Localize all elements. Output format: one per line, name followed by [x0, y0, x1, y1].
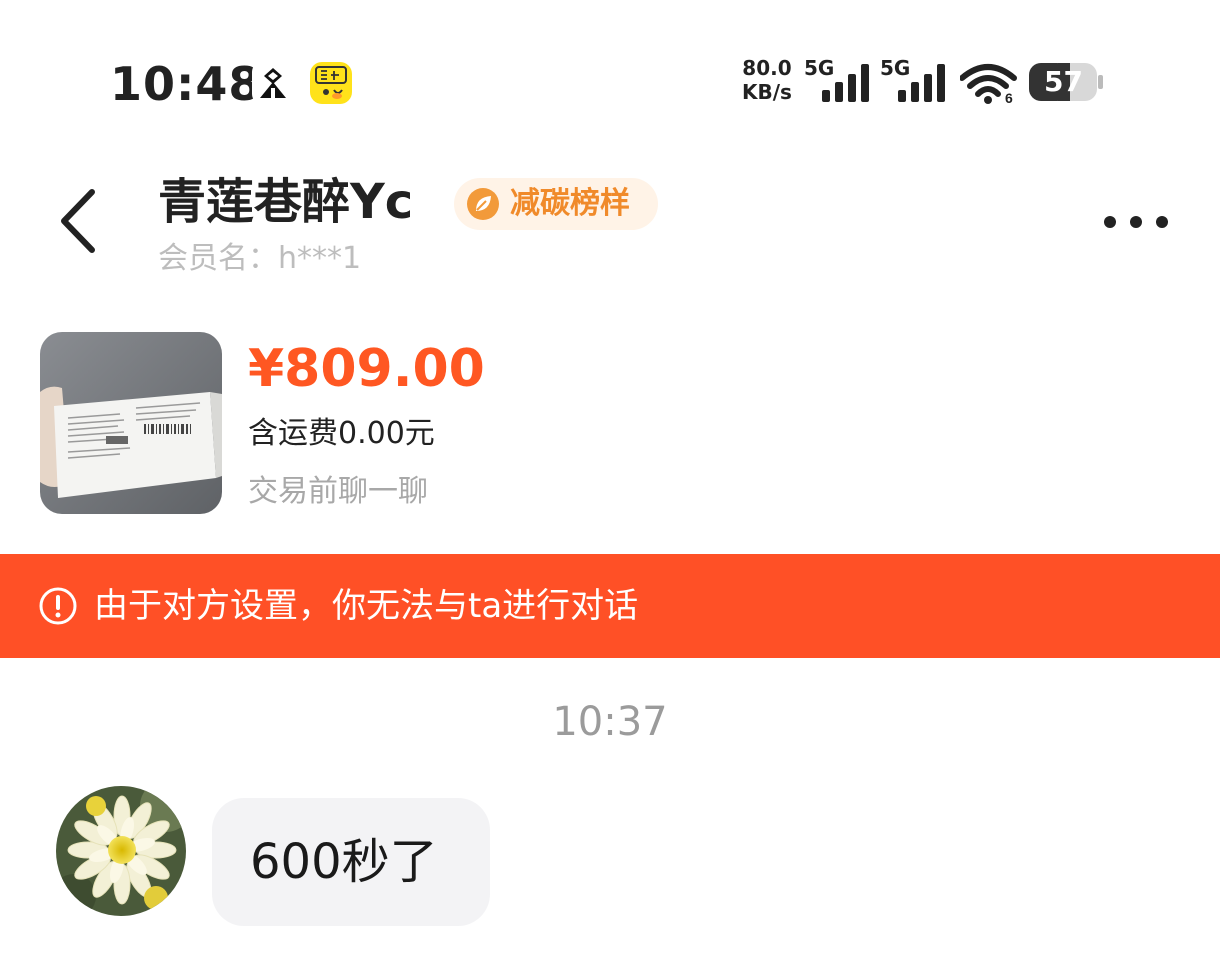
shipping-fee: 含运费0.00元: [248, 416, 435, 451]
chat-partner-name[interactable]: 青莲巷醉Yc: [158, 172, 413, 232]
signal-icon: [898, 64, 945, 102]
battery-level: 57: [1044, 65, 1083, 98]
network-speed: 80.0 KB/s: [742, 56, 792, 104]
carbon-reduction-badge[interactable]: 减碳榜样: [454, 178, 658, 230]
app-notification-icon: [252, 62, 294, 104]
message-text: 600秒了: [250, 834, 438, 890]
back-button[interactable]: [50, 186, 106, 256]
message-bubble[interactable]: 600秒了: [212, 798, 490, 926]
chat-screen: 10:48 80.0 KB/s 5G 5G 6 57 青莲巷醉Yc 减碳榜样 会…: [0, 0, 1220, 972]
chevron-left-icon: [61, 189, 95, 253]
leaf-icon: [467, 188, 499, 220]
alert-circle-icon: [39, 587, 77, 625]
more-dots-icon: [1104, 216, 1168, 228]
product-price: ¥809.00: [248, 339, 485, 399]
product-image[interactable]: [40, 332, 222, 514]
more-button[interactable]: [1096, 208, 1176, 236]
message-timestamp: 10:37: [552, 699, 668, 745]
chat-before-trade-hint: 交易前聊一聊: [248, 474, 428, 509]
network-speed-unit: KB/s: [742, 80, 792, 104]
xianyu-app-icon: [310, 62, 352, 104]
avatar[interactable]: [56, 786, 186, 916]
network-speed-value: 80.0: [742, 56, 792, 80]
badge-label: 减碳榜样: [510, 186, 630, 221]
status-time: 10:48: [110, 57, 262, 111]
signal-icon: [822, 64, 869, 102]
banner-text: 由于对方设置，你无法与ta进行对话: [94, 586, 639, 626]
member-name: 会员名：h***1: [158, 241, 362, 276]
wifi-icon: 6: [960, 64, 1017, 104]
wifi-badge: 6: [1005, 90, 1013, 104]
blocked-warning-banner: 由于对方设置，你无法与ta进行对话: [0, 554, 1220, 658]
